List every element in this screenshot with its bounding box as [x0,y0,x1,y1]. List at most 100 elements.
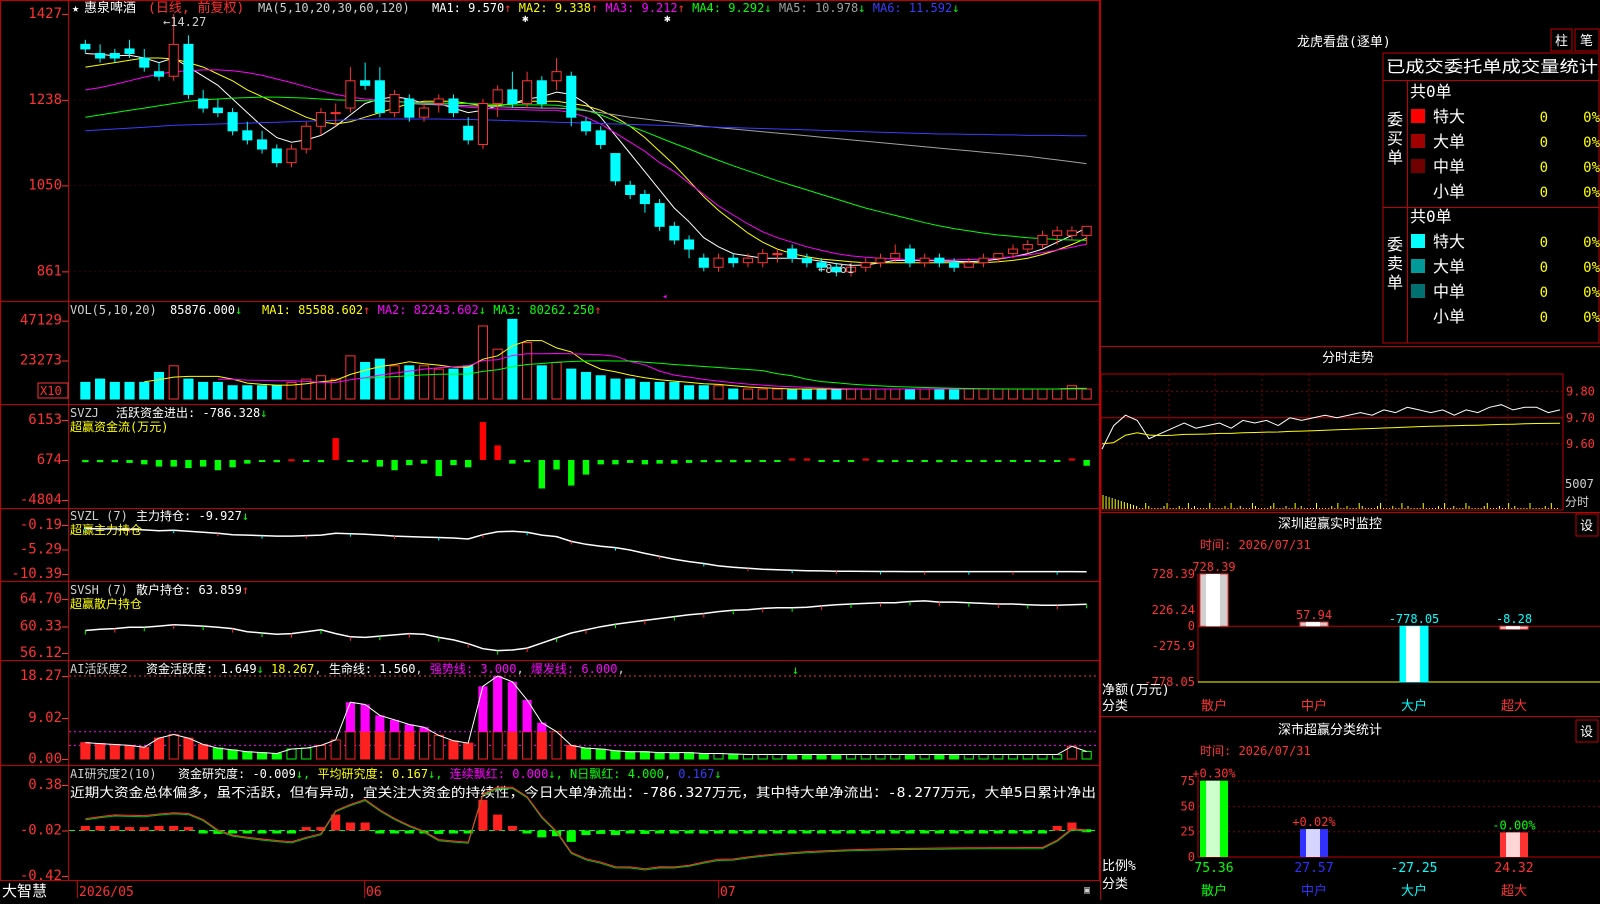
volume-bar [757,388,768,400]
svzl-value: 主力持仓: -9.927↓ [136,508,249,523]
volume-bar [212,381,223,400]
flow-bar [214,460,222,471]
indicator-label: 资金活跃度: [146,661,220,676]
volume-bar [345,355,356,400]
ai2-comment: 近期大资金总体偏多，虽不活跃，但有异动，宜关注大资金的持续性，今日大单净流出：-… [70,785,1096,801]
volume-bar [904,388,916,400]
candle-body [698,257,709,268]
candle-body [212,107,223,114]
classify-value-label: 24.32 [1494,861,1533,876]
ai2-name: AI研究度2(10) [70,766,157,781]
indicator-arrow: ↓, [296,767,318,781]
candle-body [934,257,945,264]
ma-line-ma5 [409,103,1087,165]
classify-panel: 深市超赢分类统计 设 时间: 2026/07/31 7550250+0.30%7… [1102,719,1600,899]
flow-bar [391,460,398,471]
activity-bar [993,753,1004,760]
research-bar [964,830,974,834]
y-tick-label: 861 [37,263,62,279]
volume-bar [477,325,488,400]
indicator-label: 平均研究度: [318,766,392,781]
classify-bar-highlight [1306,829,1320,857]
monitor-bar-highlight [1506,626,1520,630]
candle-body [301,125,312,150]
star-icon[interactable]: ★ [72,1,79,15]
volume-bar [153,371,165,400]
activity-bar [831,753,842,760]
volume-bar [271,385,282,400]
indicator-label: MA4: [692,1,728,15]
flow-bar [759,460,766,463]
activity-bar [904,753,916,760]
activity-bar [153,737,165,760]
volume-bar [860,388,871,400]
candle-body [492,89,503,105]
activity-bar [124,744,135,760]
research-bar [743,830,753,834]
buy-orders-table: 共0单委买单 特大 0 0% 大单 0 0% 中单 0 0% 小单 0 0% [1387,82,1600,201]
flow-bar [818,460,825,463]
indicator-value: 11.592 [909,1,952,15]
candle-body [580,121,592,132]
indicator-value: 9.212 [642,1,678,15]
lock-icon[interactable]: ▣ [1084,885,1090,896]
activity-bar [522,731,533,760]
price-axis: 1427 1238 1050 861 [28,6,68,279]
flow-bar [892,460,899,463]
event-marker[interactable]: ✱ [664,12,671,25]
research-bar [625,830,635,834]
activity-bar [801,753,812,760]
classify-change-label: +0.02% [1292,815,1336,829]
price-panel: ★ 惠泉啤酒 (日线, 前复权) MA(5,10,20,30,60,120) M… [28,0,1099,302]
retail-holding-line [85,600,1087,652]
activity-bar-top [375,715,385,732]
candle-body [330,112,341,115]
unit-label: X10 [40,384,62,398]
volume-bar [713,385,724,400]
indicator-arrow: , [516,662,530,676]
candle-body [507,89,518,105]
event-marker[interactable]: ✱ [522,12,529,25]
intraday-vol-unit: 分时 [1565,495,1589,509]
classify-category-label: 超大 [1501,884,1527,899]
activity-bar-top [507,681,517,732]
volume-bar [1066,385,1077,400]
candle-body [315,112,327,127]
volume-bar [124,381,135,400]
research-bar [1008,830,1018,834]
svzj-subtitle: 超赢资金流(万元) [70,419,168,434]
flow-bar [730,460,737,463]
activity-bar [890,753,901,760]
candle-body [80,43,91,50]
monitor-category-label: 大户 [1401,698,1427,714]
activity-bar [551,731,562,760]
flow-bar [582,460,590,475]
indicator-value: 9.292 [728,1,764,15]
research-bar [875,830,886,834]
activity-bar [139,746,150,760]
monitor-bar-highlight [1306,622,1320,627]
volume-bar [315,375,327,400]
flow-bar [1009,460,1017,463]
y-tick-label: 6153 [28,412,62,428]
order-percent: 0% [1583,310,1600,326]
flow-bar [553,460,560,470]
period-label[interactable]: (日线, 前复权) [148,0,244,16]
flow-bar [111,460,119,463]
vol-header-name: VOL(5,10,20) [70,303,157,317]
y-tick-label: 1427 [28,6,62,22]
indicator-label: 连续飘红: [450,766,512,781]
flow-bar [965,460,973,463]
high-price-label: ←14.27 [163,15,206,29]
volume-bar [256,385,268,400]
classify-value-label: 27.57 [1294,861,1333,876]
research-bar [228,830,238,834]
order-color-swatch [1411,109,1425,123]
y-tick-label: 0 [1188,619,1195,633]
ai1-bars [69,675,1099,760]
svzl-name: SVZL (7) [70,509,128,523]
flow-bar [465,460,472,468]
volume-bar [109,381,120,400]
volume-bar [875,388,886,400]
research-bar [257,830,267,834]
